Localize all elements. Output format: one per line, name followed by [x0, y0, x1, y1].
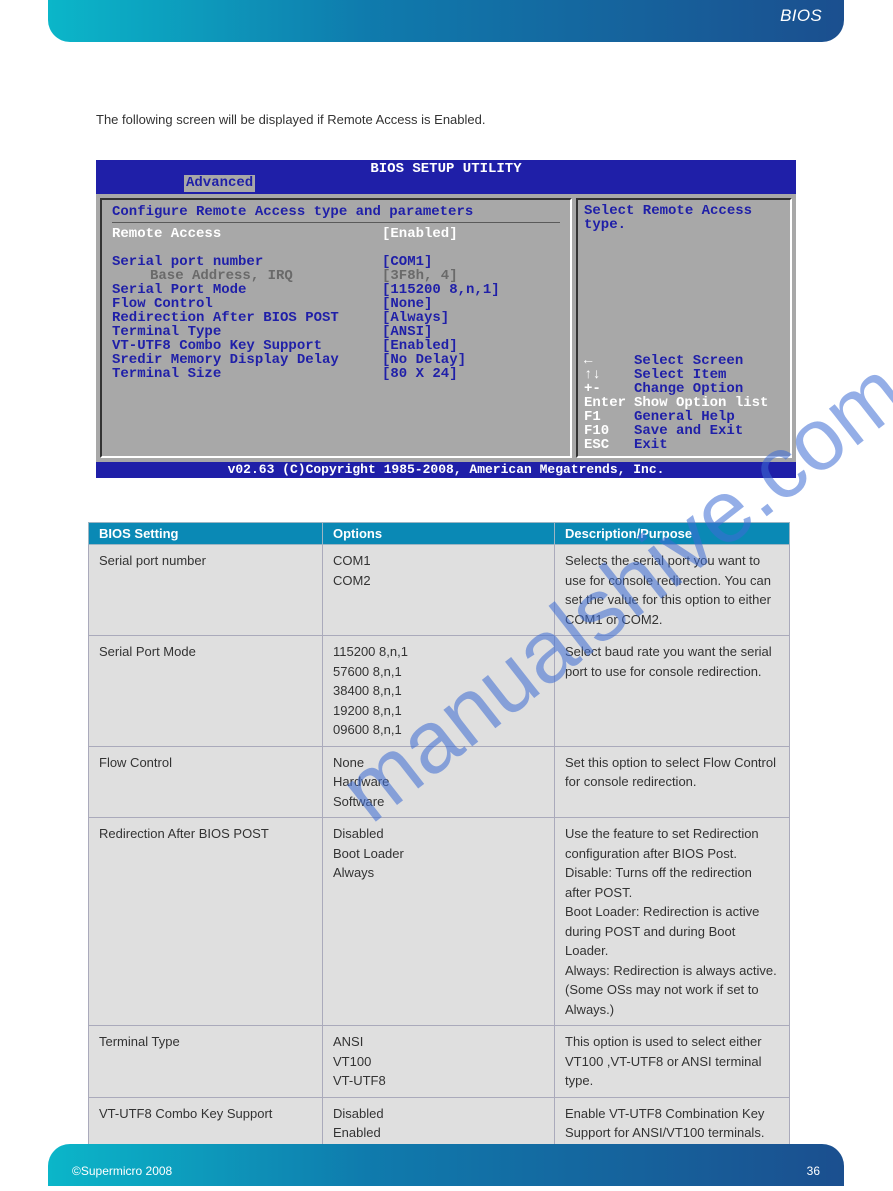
bios-footer: v02.63 (C)Copyright 1985-2008, American …: [96, 462, 796, 478]
table-row: Terminal TypeANSI VT100 VT-UTF8This opti…: [89, 1026, 790, 1098]
table-cell-options: Disabled Enabled: [323, 1097, 555, 1149]
settings-table: BIOS Setting Options Description/Purpose…: [88, 522, 790, 1150]
bios-help-key: ←: [584, 354, 634, 368]
table-row: Serial port numberCOM1 COM2Selects the s…: [89, 545, 790, 636]
table-cell-desc: Enable VT-UTF8 Combination Key Support f…: [555, 1097, 790, 1149]
bios-setting-row[interactable]: Terminal Type[ANSI]: [112, 325, 560, 339]
bios-help-desc: Select Item: [634, 368, 726, 382]
bios-setting-value: [ANSI]: [382, 325, 432, 339]
bios-right-pane: Select Remote Access type. ←Select Scree…: [576, 198, 792, 458]
bios-tab-advanced[interactable]: Advanced: [184, 175, 255, 192]
table-header: Description/Purpose: [555, 523, 790, 545]
bios-help-key: ESC: [584, 438, 634, 452]
bios-setting-label: Terminal Size: [112, 367, 382, 381]
table-row: Flow ControlNone Hardware SoftwareSet th…: [89, 746, 790, 818]
table-cell-options: ANSI VT100 VT-UTF8: [323, 1026, 555, 1098]
bios-section-title: Configure Remote Access type and paramet…: [112, 204, 560, 223]
table-cell-options: COM1 COM2: [323, 545, 555, 636]
bios-setting-value: [COM1]: [382, 255, 432, 269]
bios-setting-value: [None]: [382, 297, 432, 311]
bios-help-key-row: ←Select Screen: [584, 354, 784, 368]
bios-setting-value: [3F8h, 4]: [382, 269, 458, 283]
bios-setting-row[interactable]: Flow Control[None]: [112, 297, 560, 311]
bios-setting-value: [Enabled]: [382, 339, 458, 353]
bios-title: BIOS SETUP UTILITY: [96, 160, 796, 175]
bios-setting-row[interactable]: Base Address, IRQ[3F8h, 4]: [112, 269, 560, 283]
bios-setting-row[interactable]: Serial port number[COM1]: [112, 255, 560, 269]
bios-setting-value: [Always]: [382, 311, 449, 325]
bios-setting-label: Serial Port Mode: [112, 283, 382, 297]
bios-setting-label: Serial port number: [112, 255, 382, 269]
footer-copyright: ©Supermicro 2008: [72, 1164, 172, 1178]
footer-bar: ©Supermicro 2008 36: [48, 1144, 844, 1186]
bios-setting-value: [115200 8,n,1]: [382, 283, 500, 297]
bios-setting-row: [112, 241, 560, 255]
bios-help-key: F10: [584, 424, 634, 438]
bios-help-key: ↑↓: [584, 368, 634, 382]
bios-help-text: Select Remote Access type.: [584, 204, 784, 232]
footer-page-number: 36: [807, 1164, 820, 1178]
bios-help-key-row: ↑↓Select Item: [584, 368, 784, 382]
bios-help-keys: ←Select Screen↑↓Select Item+-Change Opti…: [584, 354, 784, 452]
table-cell-setting: Redirection After BIOS POST: [89, 818, 323, 1026]
bios-setting-row[interactable]: Serial Port Mode[115200 8,n,1]: [112, 283, 560, 297]
bios-setting-label: VT-UTF8 Combo Key Support: [112, 339, 382, 353]
bios-body: Configure Remote Access type and paramet…: [96, 192, 796, 462]
bios-setting-value: [80 X 24]: [382, 367, 458, 381]
bios-help-key-row: F1General Help: [584, 410, 784, 424]
table-cell-setting: Serial port number: [89, 545, 323, 636]
bios-help-key-row: +-Change Option: [584, 382, 784, 396]
bios-help-key-row: F10Save and Exit: [584, 424, 784, 438]
bios-setting-label: Sredir Memory Display Delay: [112, 353, 382, 367]
table-header: Options: [323, 523, 555, 545]
bios-setting-value: [Enabled]: [382, 227, 458, 241]
bios-help-desc: Save and Exit: [634, 424, 743, 438]
bios-setting-row[interactable]: VT-UTF8 Combo Key Support[Enabled]: [112, 339, 560, 353]
table-cell-setting: Terminal Type: [89, 1026, 323, 1098]
bios-setting-label: Remote Access: [112, 227, 382, 241]
bios-help-desc: Exit: [634, 438, 668, 452]
bios-setting-label: Flow Control: [112, 297, 382, 311]
bios-setting-row[interactable]: Terminal Size[80 X 24]: [112, 367, 560, 381]
bios-help-key: Enter: [584, 396, 634, 410]
table-cell-setting: Serial Port Mode: [89, 636, 323, 747]
table-cell-setting: VT-UTF8 Combo Key Support: [89, 1097, 323, 1149]
bios-help-key: F1: [584, 410, 634, 424]
header-bar: BIOS: [48, 0, 844, 42]
bios-left-pane: Configure Remote Access type and paramet…: [100, 198, 572, 458]
bios-help-desc: Select Screen: [634, 354, 743, 368]
table-header: BIOS Setting: [89, 523, 323, 545]
table-row: Redirection After BIOS POSTDisabled Boot…: [89, 818, 790, 1026]
bios-help-desc: Change Option: [634, 382, 743, 396]
table-cell-options: 115200 8,n,1 57600 8,n,1 38400 8,n,1 192…: [323, 636, 555, 747]
bios-setting-row[interactable]: Redirection After BIOS POST[Always]: [112, 311, 560, 325]
intro-text: The following screen will be displayed i…: [96, 112, 485, 127]
table-row: VT-UTF8 Combo Key SupportDisabled Enable…: [89, 1097, 790, 1149]
table-row: Serial Port Mode115200 8,n,1 57600 8,n,1…: [89, 636, 790, 747]
bios-setting-row[interactable]: Remote Access[Enabled]: [112, 227, 560, 241]
table-cell-options: None Hardware Software: [323, 746, 555, 818]
table-cell-setting: Flow Control: [89, 746, 323, 818]
table-cell-desc: Selects the serial port you want to use …: [555, 545, 790, 636]
bios-setting-row[interactable]: Sredir Memory Display Delay[No Delay]: [112, 353, 560, 367]
bios-help-desc: General Help: [634, 410, 735, 424]
bios-window: BIOS SETUP UTILITY Advanced Configure Re…: [96, 160, 796, 478]
table-cell-desc: Select baud rate you want the serial por…: [555, 636, 790, 747]
bios-tabs: Advanced: [96, 175, 796, 192]
table-cell-desc: Set this option to select Flow Control f…: [555, 746, 790, 818]
bios-help-key-row: ESCExit: [584, 438, 784, 452]
table-cell-options: Disabled Boot Loader Always: [323, 818, 555, 1026]
table-cell-desc: This option is used to select either VT1…: [555, 1026, 790, 1098]
bios-setting-value: [No Delay]: [382, 353, 466, 367]
bios-help-desc: Show Option list: [634, 396, 768, 410]
bios-setting-label: Base Address, IRQ: [112, 269, 382, 283]
table-cell-desc: Use the feature to set Redirection confi…: [555, 818, 790, 1026]
bios-help-key-row: EnterShow Option list: [584, 396, 784, 410]
bios-help-key: +-: [584, 382, 634, 396]
header-title: BIOS: [780, 6, 822, 26]
bios-setting-label: Terminal Type: [112, 325, 382, 339]
bios-setting-label: Redirection After BIOS POST: [112, 311, 382, 325]
